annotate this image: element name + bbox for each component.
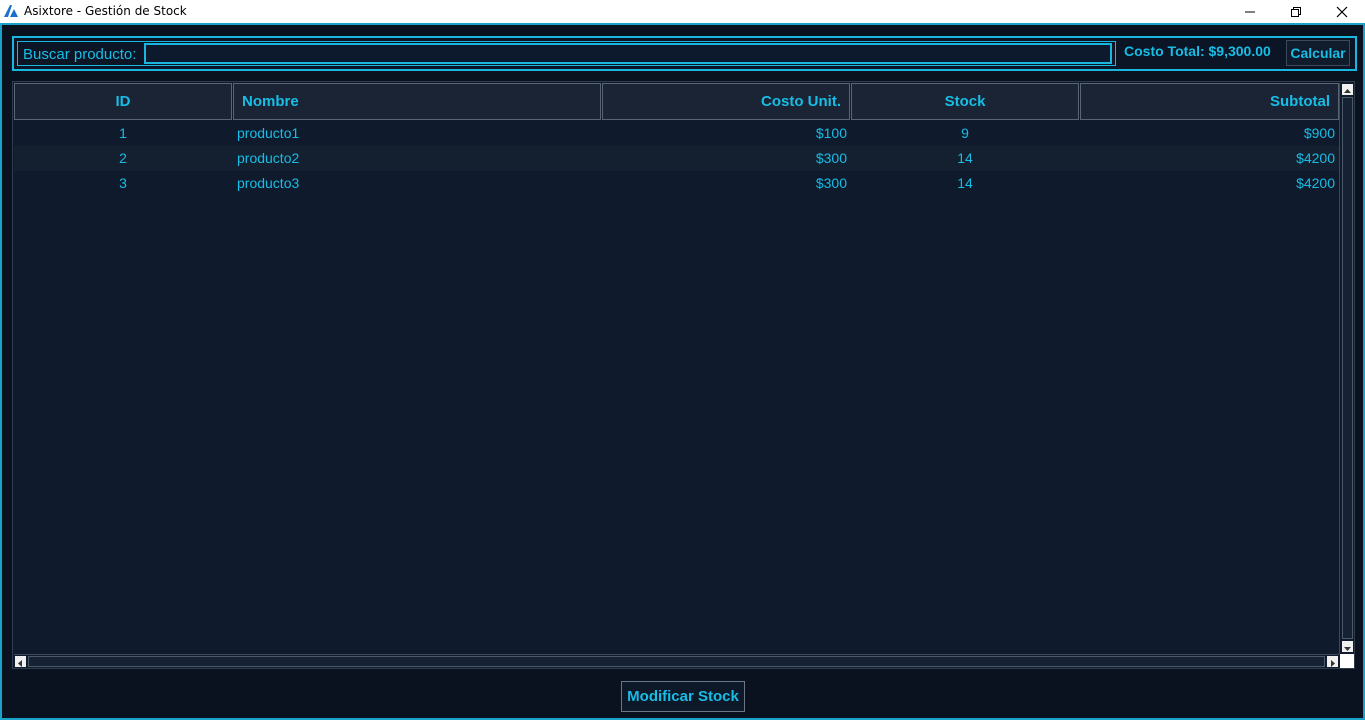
vertical-scrollbar[interactable] xyxy=(1339,83,1354,654)
column-header-costo-unit-label: Costo Unit. xyxy=(761,93,841,110)
title-bar: Asixtore - Gestión de Stock xyxy=(0,0,1365,23)
table-row[interactable]: 1 producto1 $100 9 $900 xyxy=(14,121,1339,146)
cell-id: 2 xyxy=(119,150,127,166)
scroll-up-arrow-icon[interactable] xyxy=(1342,84,1353,95)
cell-id: 1 xyxy=(119,125,127,141)
column-header-costo-unit[interactable]: Costo Unit. xyxy=(602,83,850,120)
search-group: Buscar producto: xyxy=(17,41,1116,66)
vertical-scroll-thumb[interactable] xyxy=(1342,97,1353,639)
cell-nombre: producto3 xyxy=(237,175,300,191)
column-header-subtotal[interactable]: Subtotal xyxy=(1080,83,1339,120)
column-header-id[interactable]: ID xyxy=(14,83,232,120)
cell-stock: 14 xyxy=(957,150,973,166)
app-logo-icon xyxy=(4,5,18,17)
stock-table: ID Nombre Costo Unit. Stock Subtotal 1 p… xyxy=(12,81,1355,669)
app-window: Buscar producto: Costo Total: $9,300.00 … xyxy=(0,23,1365,720)
cell-id: 3 xyxy=(119,175,127,191)
cell-costo-unit: $100 xyxy=(815,125,847,141)
restore-icon xyxy=(1291,6,1301,17)
cell-nombre: producto2 xyxy=(237,150,300,166)
minimize-icon xyxy=(1245,11,1255,12)
cell-subtotal: $4200 xyxy=(1296,175,1335,191)
horizontal-scroll-thumb[interactable] xyxy=(28,656,1325,667)
calculate-button[interactable]: Calcular xyxy=(1286,40,1350,66)
search-label: Buscar producto: xyxy=(23,46,137,63)
horizontal-scrollbar[interactable] xyxy=(14,654,1339,668)
scroll-right-arrow-icon[interactable] xyxy=(1327,656,1338,667)
cost-total-label: Costo Total: $9,300.00 xyxy=(1124,43,1271,59)
cell-stock: 9 xyxy=(961,125,969,141)
search-toolbar: Buscar producto: Costo Total: $9,300.00 … xyxy=(12,36,1357,71)
close-button[interactable] xyxy=(1319,0,1365,23)
minimize-button[interactable] xyxy=(1227,0,1273,23)
table-body: 1 producto1 $100 9 $900 2 producto2 $300… xyxy=(14,121,1339,196)
column-header-nombre-label: Nombre xyxy=(242,93,299,110)
scroll-down-arrow-icon[interactable] xyxy=(1342,641,1353,652)
column-header-stock-label: Stock xyxy=(944,93,986,110)
window-title: Asixtore - Gestión de Stock xyxy=(24,4,187,18)
cell-subtotal: $900 xyxy=(1303,125,1335,141)
restore-button[interactable] xyxy=(1273,0,1319,23)
cell-costo-unit: $300 xyxy=(815,175,847,191)
search-input[interactable] xyxy=(144,43,1112,64)
table-row[interactable]: 3 producto3 $300 14 $4200 xyxy=(14,171,1339,196)
scrollbar-corner xyxy=(1340,654,1354,668)
cell-subtotal: $4200 xyxy=(1296,150,1335,166)
table-header: ID Nombre Costo Unit. Stock Subtotal xyxy=(14,83,1339,120)
column-header-stock[interactable]: Stock xyxy=(851,83,1079,120)
cell-costo-unit: $300 xyxy=(815,150,847,166)
modify-stock-button[interactable]: Modificar Stock xyxy=(621,681,745,712)
scroll-left-arrow-icon[interactable] xyxy=(15,656,26,667)
table-row[interactable]: 2 producto2 $300 14 $4200 xyxy=(14,146,1339,171)
column-header-id-label: ID xyxy=(115,93,131,110)
cell-nombre: producto1 xyxy=(237,125,300,141)
column-header-nombre[interactable]: Nombre xyxy=(233,83,601,120)
close-icon xyxy=(1336,6,1348,17)
cell-stock: 14 xyxy=(957,175,973,191)
column-header-subtotal-label: Subtotal xyxy=(1270,93,1330,110)
